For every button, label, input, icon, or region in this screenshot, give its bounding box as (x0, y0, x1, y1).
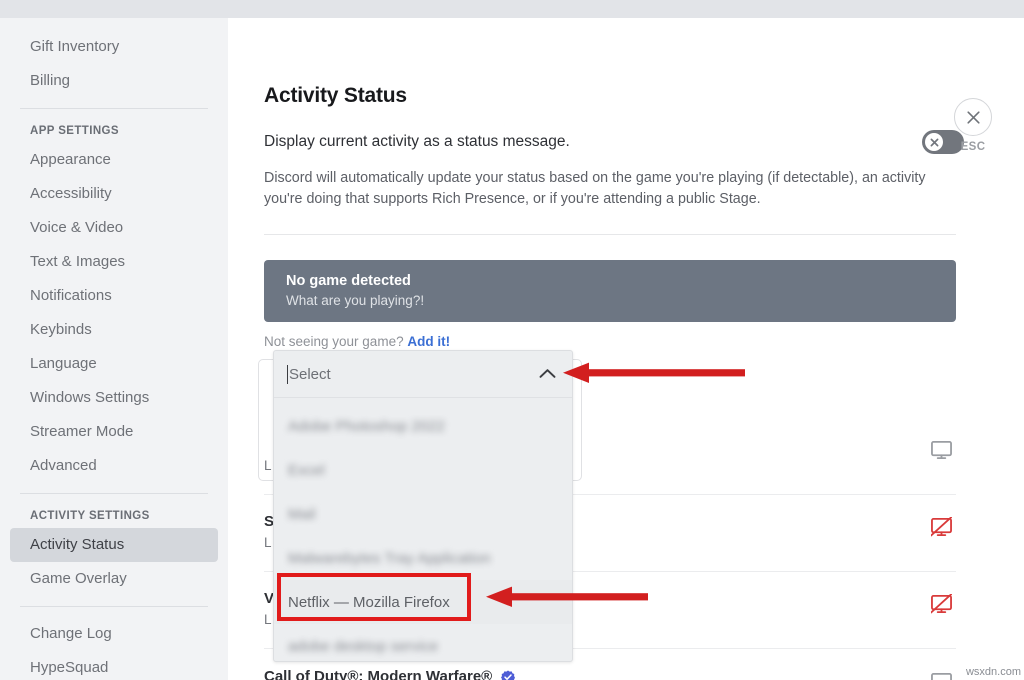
toggle-knob (925, 133, 943, 151)
sidebar-divider (20, 606, 208, 607)
monitor-icon[interactable] (931, 672, 952, 680)
activity-display-row: Display current activity as a status mes… (264, 130, 964, 154)
row-title: Call of Duty®: Modern Warfare® (264, 668, 515, 680)
sidebar-item-advanced[interactable]: Advanced (10, 449, 218, 483)
row-subtitle: L (264, 535, 272, 550)
row-subtitle: L (264, 612, 272, 627)
sidebar-item-accessibility[interactable]: Accessibility (10, 177, 218, 211)
activity-display-label: Display current activity as a status mes… (264, 133, 570, 151)
red-arrow-top (563, 362, 745, 389)
list-item[interactable]: Excel (274, 448, 572, 492)
sidebar-item-appearance[interactable]: Appearance (10, 143, 218, 177)
close-button[interactable] (954, 98, 992, 136)
esc-label: ESC (943, 141, 1003, 153)
add-game-link[interactable]: Add it! (407, 334, 450, 349)
sidebar-header-app-settings: APP SETTINGS (10, 119, 218, 143)
game-select-input[interactable]: Select (274, 351, 572, 398)
sidebar-item-keybinds[interactable]: Keybinds (10, 313, 218, 347)
app-window: Gift Inventory Billing APP SETTINGS Appe… (0, 0, 1024, 680)
sidebar-item-gift-inventory[interactable]: Gift Inventory (10, 30, 218, 64)
sidebar-item-activity-status[interactable]: Activity Status (10, 528, 218, 562)
sidebar-item-game-overlay[interactable]: Game Overlay (10, 562, 218, 596)
text-caret (287, 365, 288, 384)
watermark: wsxdn.com (966, 666, 1021, 678)
not-seeing-game-text: Not seeing your game? Add it! (264, 334, 450, 349)
game-select-option-list[interactable]: Adobe Photoshop 2022 Excel Mail Malwareb… (274, 398, 572, 668)
monitor-off-icon[interactable] (931, 517, 952, 542)
page-title: Activity Status (264, 84, 407, 108)
chevron-up-icon[interactable] (539, 366, 556, 384)
sidebar-item-text-images[interactable]: Text & Images (10, 245, 218, 279)
red-arrow-bottom (486, 586, 648, 613)
list-item[interactable]: Malwarebytes Tray Application (274, 536, 572, 580)
close-x-icon (965, 109, 982, 126)
not-seeing-label: Not seeing your game? (264, 334, 404, 349)
list-item[interactable]: Adobe Photoshop 2022 (274, 404, 572, 448)
sidebar-item-hypesquad[interactable]: HypeSquad (10, 651, 218, 680)
row-title-text: Call of Duty®: Modern Warfare® (264, 668, 492, 680)
monitor-off-icon[interactable] (931, 594, 952, 619)
game-select-dropdown[interactable]: Select Adobe Photoshop 2022 Excel Mail M… (273, 350, 573, 662)
sidebar-item-voice-video[interactable]: Voice & Video (10, 211, 218, 245)
sidebar-item-notifications[interactable]: Notifications (10, 279, 218, 313)
activity-description: Discord will automatically update your s… (264, 168, 956, 210)
row-subtitle: L (264, 458, 272, 473)
sidebar-item-billing[interactable]: Billing (10, 64, 218, 98)
sidebar-item-streamer-mode[interactable]: Streamer Mode (10, 415, 218, 449)
no-game-detected-banner: No game detected What are you playing?! (264, 260, 956, 322)
sidebar-header-activity-settings: ACTIVITY SETTINGS (10, 504, 218, 528)
settings-sidebar: Gift Inventory Billing APP SETTINGS Appe… (0, 18, 228, 680)
banner-subtitle: What are you playing?! (286, 291, 956, 310)
banner-title: No game detected (286, 272, 956, 291)
sidebar-item-windows-settings[interactable]: Windows Settings (10, 381, 218, 415)
sidebar-scroll-area[interactable]: Gift Inventory Billing APP SETTINGS Appe… (0, 18, 228, 680)
sidebar-item-language[interactable]: Language (10, 347, 218, 381)
sidebar-divider (20, 493, 208, 494)
sidebar-divider (20, 108, 208, 109)
verified-badge-icon (501, 670, 515, 680)
window-titlebar (0, 0, 1024, 18)
close-esc-group: ESC (943, 98, 1003, 153)
section-divider (264, 234, 956, 235)
list-item[interactable]: Mail (274, 492, 572, 536)
list-item[interactable]: adobe desktop service (274, 624, 572, 668)
game-select-placeholder: Select (289, 366, 331, 383)
monitor-icon[interactable] (931, 440, 952, 465)
sidebar-item-change-log[interactable]: Change Log (10, 617, 218, 651)
close-x-icon (929, 137, 940, 148)
